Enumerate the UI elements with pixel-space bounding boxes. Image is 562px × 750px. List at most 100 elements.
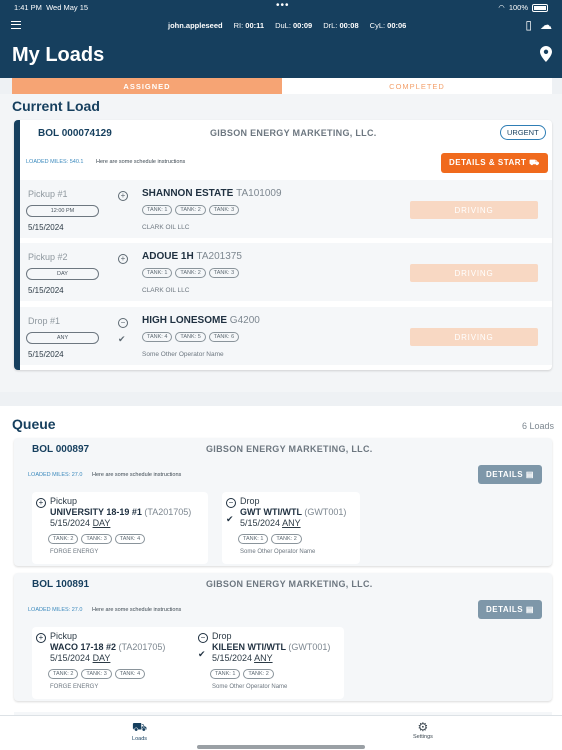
stop-date: 5/15/2024 [28,223,64,232]
shipper-name: GIBSON ENERGY MARKETING, LLC. [206,444,373,454]
stop-row[interactable]: Pickup #2 DAY 5/15/2024 + ADOUE 1H TA201… [20,241,552,301]
tank-chip: TANK: 3 [208,268,240,278]
tab-assigned[interactable]: ASSIGNED [12,78,282,94]
driving-button[interactable]: DRIVING [410,328,538,346]
shield-check-icon: ✔ [226,514,234,524]
hos-key: CyL: [369,21,386,30]
time-window: DAY [92,518,111,528]
site-id: TA101009 [236,188,282,199]
tank-chip: TANK: 4 [142,332,173,342]
stop-date: 5/15/2024 ANY [212,653,273,663]
site-name-text: UNIVERSITY 18-19 #1 [50,507,142,517]
status-time: 1:41 PM Wed May 15 [14,3,88,12]
tank-chip: TANK: 5 [175,332,206,342]
site-id: TA201375 [196,251,242,262]
tab-settings[interactable]: ⚙ Settings [413,720,433,740]
date-text: 5/15/2024 [212,653,253,663]
document-icon: ▤ [525,470,534,479]
tank-chip: TANK: 1 [142,205,173,215]
site-name: SHANNON ESTATE TA101009 [142,188,282,199]
tank-chip: TANK: 2 [48,534,79,544]
stop-type: Pickup #2 [28,252,68,262]
tank-chip: TANK: 6 [208,332,240,342]
tank-list: TANK: 1 TANK: 2 TANK: 3 [142,205,240,215]
plus-circle-icon: + [36,633,46,643]
tab-loads[interactable]: ⛟ Loads [132,720,147,742]
stop-row[interactable]: Pickup #1 12:00 PM 5/15/2024 + SHANNON E… [20,178,552,238]
cloud-sync-icon[interactable]: ☁ [540,18,552,32]
tank-list: TANK: 1 TANK: 2 [210,669,274,679]
pickup-stop[interactable]: + Pickup UNIVERSITY 18-19 #1 (TA201705) … [32,492,208,564]
pickup-stop[interactable]: + Pickup WACO 17-18 #2 (TA201705) 5/15/2… [32,627,208,699]
tank-list: TANK: 2 TANK: 3 TANK: 4 [48,534,146,544]
stop-date: 5/15/2024 [28,286,64,295]
queue-load-card[interactable]: BOL 100891 GIBSON ENERGY MARKETING, LLC.… [14,573,552,701]
details-button[interactable]: DETAILS ▤ [478,465,542,484]
queue-load-card[interactable]: BOL 000897 GIBSON ENERGY MARKETING, LLC.… [14,438,552,566]
drop-stop[interactable]: − ✔ Drop KILEEN WTI/WTL (GWT001) 5/15/20… [194,627,344,699]
gear-icon: ⚙ [417,720,429,734]
stop-type: Pickup [50,631,78,641]
bol-number: BOL 000897 [32,444,90,455]
details-start-label: DETAILS & START [449,158,527,167]
hos-cycle: CyL: 00:06 [370,21,407,30]
tank-list: TANK: 4 TANK: 5 TANK: 6 [142,332,240,342]
plus-circle-icon: + [118,254,128,264]
bol-number: BOL 000074129 [38,128,112,139]
operator-name: Some Other Operator Name [212,684,288,690]
site-name-text: HIGH LONESOME [142,315,228,326]
drop-stop[interactable]: − ✔ Drop GWT WTI/WTL (GWT001) 5/15/2024 … [222,492,360,564]
tab-label: Settings [413,734,433,740]
hos-key: RI: [233,21,244,30]
queue-title: Queue [12,416,56,432]
site-name-text: GWT WTI/WTL [240,507,302,517]
hos-value: 00:06 [387,21,407,30]
hos-rest: RI: 00:11 [234,21,264,30]
app-header: 1:41 PM Wed May 15 ••• ◠ 100% john.apples… [0,0,562,78]
hos-duty: DuL: 00:09 [275,21,312,30]
tank-list: TANK: 1 TANK: 2 [238,534,302,544]
multitask-dots-icon[interactable]: ••• [276,0,290,11]
shipper-name: GIBSON ENERGY MARKETING, LLC. [206,579,373,589]
tank-chip: TANK: 4 [114,534,146,544]
date-text: 5/15/2024 [50,518,91,528]
schedule-instructions: Here are some schedule instructions [92,607,182,613]
shipper-name: GIBSON ENERGY MARKETING, LLC. [210,128,377,138]
queue-count: 6 Loads [521,421,554,431]
stop-row[interactable]: Drop #1 ANY 5/15/2024 − ✔ HIGH LONESOME … [20,305,552,365]
site-name: HIGH LONESOME G4200 [142,315,260,326]
operator-name: Some Other Operator Name [142,351,224,358]
stop-date: 5/15/2024 DAY [50,653,110,663]
truck-icon: ⛟ [529,158,540,167]
page-title: My Loads [12,44,105,66]
site-name: KILEEN WTI/WTL (GWT001) [212,642,330,652]
stop-date: 5/15/2024 ANY [240,518,301,528]
clock: 1:41 PM [14,3,42,12]
driving-button[interactable]: DRIVING [410,201,538,219]
details-start-button[interactable]: DETAILS & START ⛟ [441,153,548,173]
hos-value: 00:09 [293,21,313,30]
plus-circle-icon: + [118,191,128,201]
schedule-instructions: Here are some schedule instructions [92,472,182,478]
stop-type: Drop #1 [28,316,61,326]
map-pin-icon[interactable] [540,46,552,62]
status-bar: 1:41 PM Wed May 15 ••• ◠ 100% [0,0,562,13]
tab-completed[interactable]: COMPLETED [282,78,552,94]
site-name: GWT WTI/WTL (GWT001) [240,507,346,517]
battery-icon [532,3,548,12]
loaded-miles: LOADED MILES: 27.0 [28,607,83,613]
header-actions: ▯ ☁ [525,18,552,32]
details-button[interactable]: DETAILS ▤ [478,600,542,619]
tank-chip: TANK: 3 [81,669,112,679]
driving-button[interactable]: DRIVING [410,264,538,282]
site-name-text: WACO 17-18 #2 [50,642,117,652]
site-name: WACO 17-18 #2 (TA201705) [50,642,165,652]
wifi-icon: ◠ [498,3,505,12]
time-window: ANY [254,653,273,663]
menu-icon[interactable] [11,21,21,29]
tab-label: Loads [132,736,148,742]
tank-chip: TANK: 2 [271,534,302,544]
time-window: 12:00 PM [26,205,99,217]
remote-icon[interactable]: ▯ [525,18,532,32]
current-load-card[interactable]: BOL 000074129 GIBSON ENERGY MARKETING, L… [14,120,552,370]
